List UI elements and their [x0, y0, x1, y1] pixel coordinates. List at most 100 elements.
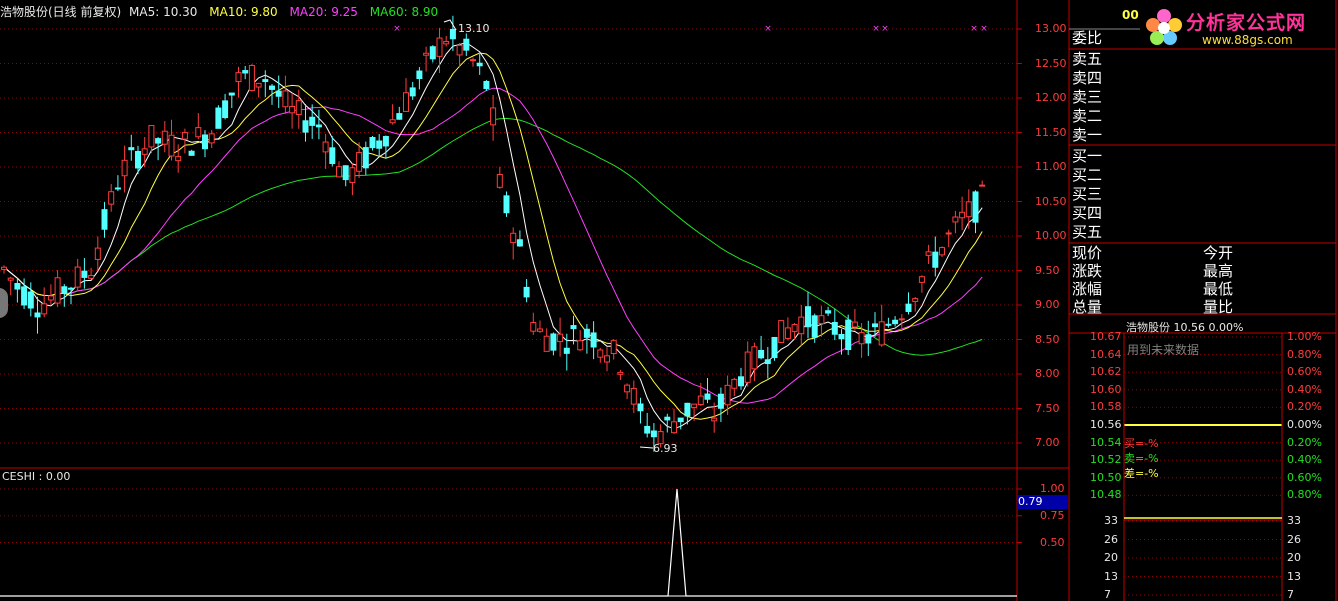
candle-up — [979, 184, 986, 187]
candle-down — [342, 165, 349, 181]
buy-level-label: 买一 — [1072, 147, 1103, 165]
candle-down — [583, 328, 590, 338]
candle-up — [403, 92, 409, 112]
stat-label-right: 最低 — [1203, 280, 1234, 298]
volume-axis-label: 13 — [1104, 569, 1118, 583]
candle-up — [496, 173, 503, 188]
candle-down — [463, 38, 470, 51]
kline-chart[interactable]: × × × × × × — [0, 0, 1338, 601]
price-axis-label: 13.00 — [1035, 22, 1067, 35]
candle-down — [717, 393, 724, 409]
candle-down — [14, 283, 21, 290]
candle-up — [731, 378, 738, 389]
candle-down — [315, 124, 322, 128]
ceshi-axis-label: 0.50 — [1040, 535, 1065, 549]
candle-down — [409, 87, 416, 97]
intraday-price-label: 10.64 — [1090, 347, 1122, 361]
candle-up — [912, 298, 919, 302]
candle-up — [168, 134, 175, 157]
volume-axis-label: 26 — [1104, 532, 1118, 546]
stat-label-left: 涨幅 — [1072, 280, 1103, 298]
candle-down — [838, 333, 845, 340]
candle-up — [617, 371, 624, 375]
candle-up — [604, 355, 610, 363]
sell-level-label: 卖三 — [1072, 88, 1103, 106]
candle-up — [597, 349, 604, 358]
candle-down — [382, 136, 389, 147]
candle-up — [791, 324, 798, 332]
candle-down — [81, 270, 88, 278]
candle-up — [945, 232, 952, 235]
candle-up — [148, 125, 155, 148]
candle-down — [892, 319, 899, 325]
high-marker: 13.10 — [458, 22, 490, 35]
ma60-path — [3, 117, 983, 356]
candle-up — [952, 216, 959, 223]
flower-logo-icon — [1146, 9, 1182, 45]
ceshi-title: CESHI : 0.00 — [2, 470, 71, 483]
price-axis-label: 12.50 — [1035, 56, 1067, 70]
signal-mark-icon: × — [393, 24, 401, 34]
candle-down — [831, 322, 838, 335]
intraday-price-label: 10.52 — [1090, 453, 1122, 467]
candle-down — [416, 70, 423, 80]
stock-code: 00 — [1122, 8, 1139, 22]
candle-up — [610, 340, 617, 355]
candle-down — [34, 312, 41, 318]
price-axis-label: 7.50 — [1035, 401, 1060, 415]
candle-up — [778, 320, 785, 343]
volume-axis-label: 26 — [1287, 532, 1301, 546]
candle-down — [704, 393, 711, 400]
candle-down — [764, 359, 771, 365]
sell-level-label: 卖二 — [1072, 107, 1103, 125]
intraday-percent-label: 0.20% — [1287, 400, 1322, 414]
ceshi-axis-label: 1.00 — [1040, 482, 1065, 495]
candle-up — [878, 321, 885, 346]
price-axis-label: 8.50 — [1035, 332, 1060, 346]
candle-up — [208, 133, 215, 144]
candle-up — [7, 277, 14, 281]
chart-header: 浩物股份(日线 前复权) MA5: 10.30 MA10: 9.80 MA20:… — [0, 3, 438, 20]
volume-axis-label: 13 — [1287, 569, 1301, 583]
candle-down — [329, 147, 336, 164]
ma20-legend: MA20: 9.25 — [289, 5, 358, 19]
future-data-note: 用到未来数据 — [1127, 343, 1200, 357]
candle-up — [691, 403, 698, 408]
candle-up — [959, 211, 966, 219]
price-grid — [0, 28, 1022, 543]
candle-up — [470, 59, 476, 62]
intraday-price-label: 10.58 — [1090, 400, 1122, 414]
volume-axis-label: 20 — [1287, 551, 1301, 564]
ceshi-axis-label: 0.75 — [1040, 508, 1065, 522]
stat-label-left: 总量 — [1072, 298, 1103, 316]
candle-up — [543, 335, 550, 352]
candle-down — [758, 349, 765, 359]
candle-up — [711, 417, 718, 422]
intraday-percent-label: 0.20% — [1287, 435, 1322, 449]
intraday-price-label: 10.54 — [1090, 435, 1122, 449]
candle-down — [369, 137, 376, 149]
intraday-percent-label: 0.60% — [1287, 470, 1322, 484]
candle-down — [644, 425, 651, 434]
candle-down — [516, 239, 523, 247]
intraday-percent-label: 0.60% — [1287, 365, 1322, 379]
candle-down — [805, 306, 811, 328]
candle-down — [563, 347, 570, 354]
intraday-price-label: 10.56 — [1090, 418, 1122, 431]
ma60-line — [3, 117, 983, 356]
candlesticks — [1, 15, 986, 452]
candle-down — [811, 315, 818, 338]
candle-down — [309, 116, 316, 126]
candle-down — [650, 430, 657, 438]
candle-down — [637, 403, 644, 412]
candle-up — [818, 315, 825, 325]
candle-up — [898, 318, 905, 321]
candle-down — [865, 334, 872, 344]
candle-up — [255, 82, 262, 88]
candle-up — [851, 321, 858, 328]
candle-down — [738, 376, 744, 387]
buy-level-label: 买二 — [1072, 166, 1103, 184]
candle-down — [61, 286, 68, 294]
candle-down — [872, 323, 878, 328]
candle-down — [114, 187, 121, 190]
